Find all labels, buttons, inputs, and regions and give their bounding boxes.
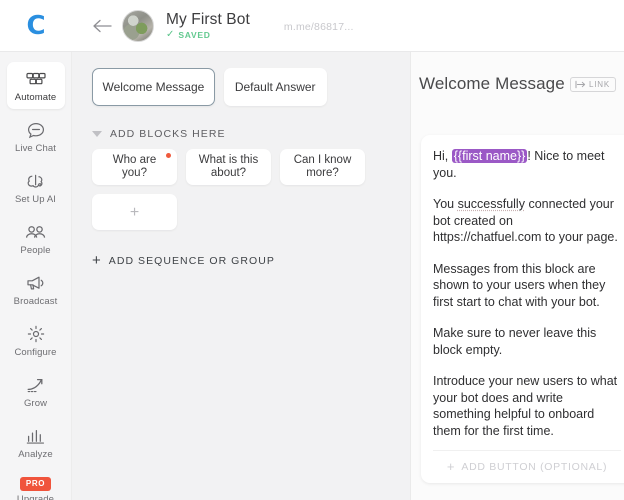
add-sequence-label: ADD SEQUENCE OR GROUP (108, 255, 275, 267)
variable-token-first-name[interactable]: {{first name}} (451, 149, 528, 163)
block-label: What is this about? (198, 154, 259, 179)
tab-welcome-message[interactable]: Welcome Message (92, 68, 215, 106)
trend-up-icon (26, 375, 46, 395)
sidebar-label-live-chat: Live Chat (14, 143, 57, 154)
plus-icon: + (92, 252, 101, 269)
tab-default-answer[interactable]: Default Answer (223, 68, 327, 106)
sidebar-item-broadcast[interactable]: Broadcast (7, 266, 65, 313)
megaphone-icon (26, 273, 46, 293)
app-root: C My First Bot ✓ SAVED m.me/86817... Aut… (0, 0, 624, 500)
mme-url[interactable]: m.me/86817... (284, 21, 354, 33)
chevron-down-icon (92, 131, 102, 137)
sidebar-item-grow[interactable]: Grow (7, 368, 65, 415)
message-bubble[interactable]: Hi, {{first name}}! Nice to meet you. Yo… (421, 135, 624, 483)
bar-chart-icon (26, 426, 45, 446)
link-arrow-icon (575, 80, 586, 88)
add-button-label: ADD BUTTON (OPTIONAL) (461, 461, 608, 473)
sidebar-label-grow: Grow (23, 398, 48, 409)
message-paragraph-connected: You successfully connected your bot crea… (433, 196, 621, 246)
spellcheck-word: successfully (457, 197, 525, 211)
add-sequence-or-group-button[interactable]: + ADD SEQUENCE OR GROUP (92, 252, 410, 269)
tab-default-answer-label: Default Answer (234, 80, 316, 94)
link-button[interactable]: LINK (570, 76, 616, 92)
pro-badge: PRO (19, 477, 52, 491)
sidebar: Automate Live Chat Set Up AI People Broa… (0, 52, 72, 500)
add-blocks-section-header[interactable]: ADD BLOCKS HERE (92, 128, 410, 140)
message-editor-panel: Welcome Message LINK Hi, {{first name}}!… (410, 52, 624, 500)
saved-label: SAVED (178, 30, 211, 40)
add-button-optional[interactable]: + ADD BUTTON (OPTIONAL) (433, 450, 621, 483)
block-can-i-know-more[interactable]: Can I know more? (280, 149, 365, 185)
bot-name: My First Bot (166, 11, 250, 28)
sidebar-item-live-chat[interactable]: Live Chat (7, 113, 65, 160)
sidebar-item-configure[interactable]: Configure (7, 317, 65, 364)
people-icon (25, 222, 46, 242)
sidebar-item-automate[interactable]: Automate (6, 62, 65, 109)
unread-dot-badge (166, 153, 171, 158)
top-bar: C My First Bot ✓ SAVED m.me/86817... (0, 0, 624, 52)
plus-icon: + (129, 203, 140, 221)
bot-avatar[interactable] (122, 9, 154, 42)
block-label: Who are you? (112, 154, 157, 179)
tab-welcome-message-label: Welcome Message (102, 80, 205, 94)
message-paragraph-introduce: Introduce your new users to what your bo… (433, 374, 618, 438)
sidebar-item-set-up-ai[interactable]: Set Up AI (7, 164, 65, 211)
chatfuel-logo[interactable]: C (0, 0, 72, 52)
message-paragraph-empty: Make sure to never leave this block empt… (433, 326, 597, 357)
saved-status: ✓ SAVED (166, 29, 250, 41)
chatfuel-c-logo: C (26, 10, 46, 41)
panel-header: Welcome Message LINK (411, 52, 624, 94)
sidebar-item-upgrade[interactable]: PRO Upgrade (7, 470, 65, 500)
block-list: Who are you? What is this about? Can I k… (92, 149, 392, 230)
sidebar-label-automate: Automate (14, 92, 57, 103)
message-paragraph-shown: Messages from this block are shown to yo… (433, 261, 606, 309)
gear-icon (27, 324, 45, 344)
sidebar-label-set-up-ai: Set Up AI (14, 194, 57, 205)
back-button[interactable] (86, 0, 120, 52)
block-who-are-you[interactable]: Who are you? (92, 149, 177, 185)
chat-bubble-icon (27, 120, 45, 140)
connected-text-a: You (433, 197, 458, 211)
block-tabs: Welcome Message Default Answer (92, 68, 410, 106)
greeting-prefix: Hi, (433, 149, 452, 163)
panel-title: Welcome Message (419, 74, 565, 93)
check-icon: ✓ (166, 29, 175, 40)
sidebar-label-people: People (20, 245, 51, 256)
block-what-is-this-about[interactable]: What is this about? (186, 149, 271, 185)
sidebar-item-people[interactable]: People (7, 215, 65, 262)
sidebar-label-broadcast: Broadcast (13, 296, 58, 307)
brain-icon (26, 171, 45, 191)
sidebar-label-analyze: Analyze (18, 449, 53, 460)
arrow-left-icon (93, 19, 112, 32)
message-paragraph-greeting: Hi, {{first name}}! Nice to meet you. (433, 148, 621, 181)
bot-title-block: My First Bot ✓ SAVED (166, 11, 250, 40)
block-label: Can I know more? (293, 154, 352, 179)
sidebar-label-configure: Configure (14, 347, 57, 358)
blocks-icon (25, 69, 46, 89)
add-block-button[interactable]: + (92, 194, 177, 230)
sidebar-label-upgrade: Upgrade (16, 494, 55, 500)
link-button-label: LINK (589, 79, 610, 89)
add-blocks-title: ADD BLOCKS HERE (110, 128, 226, 140)
plus-icon: + (446, 459, 455, 474)
sidebar-item-analyze[interactable]: Analyze (7, 419, 65, 466)
blocks-canvas: Welcome Message Default Answer ADD BLOCK… (72, 52, 410, 500)
